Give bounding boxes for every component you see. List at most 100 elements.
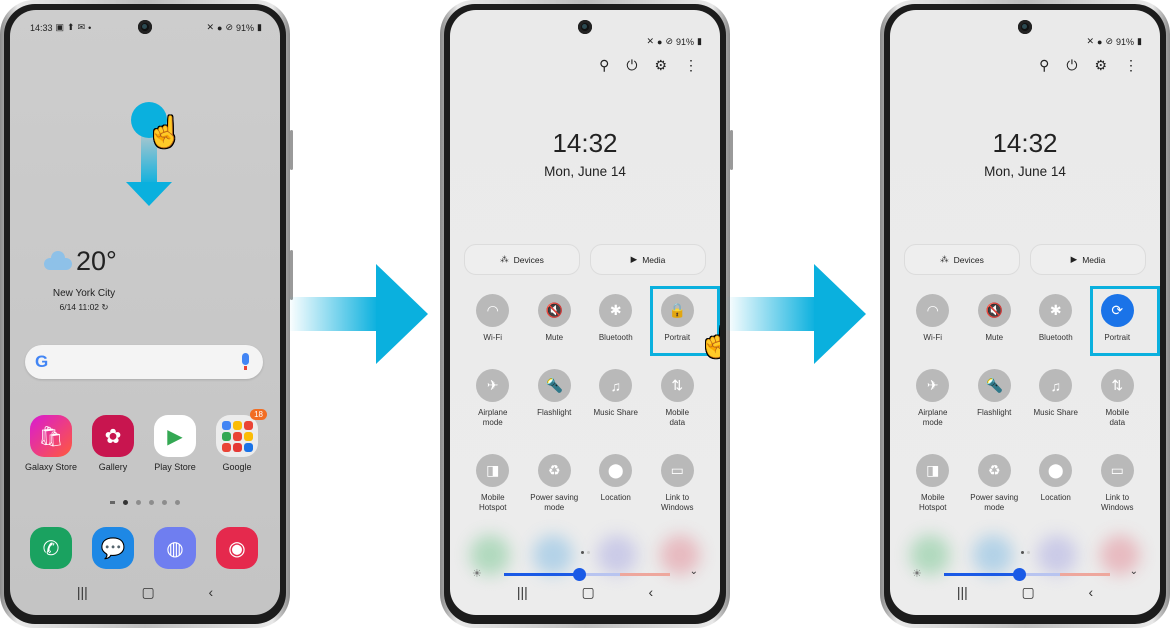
panel-page-indicator[interactable] xyxy=(1021,551,1030,554)
tile-airplane-mode[interactable]: ✈ Airplane mode xyxy=(902,369,964,428)
power-saving-icon: ♻ xyxy=(537,454,571,487)
tile-mobile-hotspot[interactable]: ◨ Mobile Hotspot xyxy=(902,454,964,513)
google-logo-icon: G xyxy=(35,352,49,371)
tile-flashlight[interactable]: 🔦 Flashlight xyxy=(964,369,1026,428)
link-to-windows-icon: ▭ xyxy=(1100,454,1134,487)
battery-percent: 91% xyxy=(236,22,255,33)
tile-location[interactable]: ⬤ Location xyxy=(585,454,647,513)
battery-percent: 91% xyxy=(676,36,695,47)
brightness-thumb[interactable] xyxy=(572,568,586,581)
battery-icon: ▮ xyxy=(1137,36,1142,46)
home-button[interactable]: ▢ xyxy=(1022,584,1035,601)
dot-icon: • xyxy=(88,22,92,33)
power-icon[interactable]: ⏻ xyxy=(1066,57,1077,74)
tile-wi-fi[interactable]: ◠ Wi-Fi xyxy=(902,294,964,343)
tile-power-saving-mode[interactable]: ♻ Power saving mode xyxy=(964,454,1026,513)
back-button[interactable]: ‹ xyxy=(648,584,653,601)
mobile-data-icon: ⇅ xyxy=(1100,369,1134,402)
notification-badge: 18 xyxy=(250,409,267,420)
tile-wi-fi[interactable]: ◠ Wi-Fi xyxy=(462,294,524,343)
play-icon: ▶ xyxy=(154,415,196,457)
nav-bar: ||| ▢ ‹ xyxy=(450,584,720,601)
status-time: 14:33 xyxy=(30,22,53,33)
link-to-windows-icon: ▭ xyxy=(660,454,694,487)
tile-mobile-data[interactable]: ⇅ Mobile data xyxy=(1087,369,1149,428)
chevron-down-icon[interactable]: ⌄ xyxy=(690,566,698,577)
tile-mobile-hotspot[interactable]: ◨ Mobile Hotspot xyxy=(462,454,524,513)
mic-icon[interactable] xyxy=(242,353,249,370)
gear-icon[interactable]: ⚙ xyxy=(1094,57,1107,74)
page-indicator[interactable] xyxy=(10,500,280,505)
tile-flashlight[interactable]: 🔦 Flashlight xyxy=(524,369,586,428)
chevron-down-icon[interactable]: ⌄ xyxy=(1130,566,1138,577)
home-button[interactable]: ▢ xyxy=(142,584,155,601)
cloud-icon xyxy=(44,251,72,270)
bag-icon: 🛍 xyxy=(30,415,72,457)
back-button[interactable]: ‹ xyxy=(1088,584,1093,601)
tile-mobile-data[interactable]: ⇅ Mobile data xyxy=(647,369,709,428)
tile-link-to-windows[interactable]: ▭ Link to Windows xyxy=(1087,454,1149,513)
dnd-status-icon: ⊘ xyxy=(665,36,674,46)
power-saving-icon: ♻ xyxy=(977,454,1011,487)
app-play-store[interactable]: ▶ Play Store xyxy=(144,415,206,472)
more-options-icon[interactable]: ⋮ xyxy=(1124,57,1138,74)
music-share-icon: ♫ xyxy=(599,369,633,402)
panel-clock: 14:32 xyxy=(552,128,618,158)
brightness-thumb[interactable] xyxy=(1012,568,1026,581)
search-icon[interactable]: ⚲ xyxy=(1039,57,1049,74)
tile-mute[interactable]: 🔇 Mute xyxy=(964,294,1026,343)
tile-bluetooth[interactable]: ✱ Bluetooth xyxy=(1025,294,1087,343)
tile-mute[interactable]: 🔇 Mute xyxy=(524,294,586,343)
media-play-icon: ▶ xyxy=(1070,254,1078,264)
tile-music-share[interactable]: ♫ Music Share xyxy=(585,369,647,428)
back-button[interactable]: ‹ xyxy=(208,584,213,601)
brightness-slider[interactable]: ☀ ⌄ xyxy=(908,566,1142,582)
music-share-icon: ♫ xyxy=(1039,369,1073,402)
more-options-icon[interactable]: ⋮ xyxy=(684,57,698,74)
dock: ✆ 💬 ◍ ◉ xyxy=(20,527,268,569)
tile-power-saving-mode[interactable]: ♻ Power saving mode xyxy=(524,454,586,513)
flower-icon: ✿ xyxy=(92,415,134,457)
dnd-status-icon: ⊘ xyxy=(225,22,234,32)
media-button[interactable]: ▶ Media xyxy=(590,244,706,275)
tile-music-share[interactable]: ♫ Music Share xyxy=(1025,369,1087,428)
media-button[interactable]: ▶ Media xyxy=(1030,244,1146,275)
nav-bar: ||| ▢ ‹ xyxy=(10,584,280,601)
flow-arrow-1 xyxy=(288,264,428,364)
tile-airplane-mode[interactable]: ✈ Airplane mode xyxy=(462,369,524,428)
recents-button[interactable]: ||| xyxy=(77,584,88,601)
app-gallery[interactable]: ✿ Gallery xyxy=(82,415,144,472)
portrait-highlight xyxy=(1090,286,1160,356)
brightness-slider[interactable]: ☀ ⌄ xyxy=(468,566,702,582)
google-search-bar[interactable]: G xyxy=(25,345,263,379)
phone-icon[interactable]: ✆ xyxy=(30,527,72,569)
home-button[interactable]: ▢ xyxy=(582,584,595,601)
recents-button[interactable]: ||| xyxy=(957,584,968,601)
weather-updated: 6/14 11:02 ↻ xyxy=(59,302,109,312)
weather-temp: 20° xyxy=(76,246,117,276)
camera-icon[interactable]: ◉ xyxy=(216,527,258,569)
flashlight-icon: 🔦 xyxy=(977,369,1011,402)
bluetooth-icon: ✱ xyxy=(599,294,633,327)
tile-bluetooth[interactable]: ✱ Bluetooth xyxy=(585,294,647,343)
internet-icon[interactable]: ◍ xyxy=(154,527,196,569)
tile-link-to-windows[interactable]: ▭ Link to Windows xyxy=(647,454,709,513)
search-icon[interactable]: ⚲ xyxy=(599,57,609,74)
tile-location[interactable]: ⬤ Location xyxy=(1025,454,1087,513)
panel-date: Mon, June 14 xyxy=(544,164,626,179)
panel-page-indicator[interactable] xyxy=(581,551,590,554)
app-galaxy-store[interactable]: 🛍 Galaxy Store xyxy=(20,415,82,472)
mute-status-icon: ✕ xyxy=(1086,36,1095,46)
brightness-icon: ☀ xyxy=(912,568,922,580)
panel-toolbar: ⚲ ⏻ ⚙ ⋮ xyxy=(599,57,698,74)
gear-icon[interactable]: ⚙ xyxy=(654,57,667,74)
app-google-folder[interactable]: 18 Google xyxy=(206,409,268,472)
recents-button[interactable]: ||| xyxy=(517,584,528,601)
power-icon[interactable]: ⏻ xyxy=(626,57,637,74)
image-icon: ▣ xyxy=(55,22,65,32)
messages-icon[interactable]: 💬 xyxy=(92,527,134,569)
devices-button[interactable]: ⁂ Devices xyxy=(464,244,580,275)
hand-pointer-icon: ☝ xyxy=(698,326,720,359)
dnd-status-icon: ⊘ xyxy=(1105,36,1114,46)
devices-button[interactable]: ⁂ Devices xyxy=(904,244,1020,275)
